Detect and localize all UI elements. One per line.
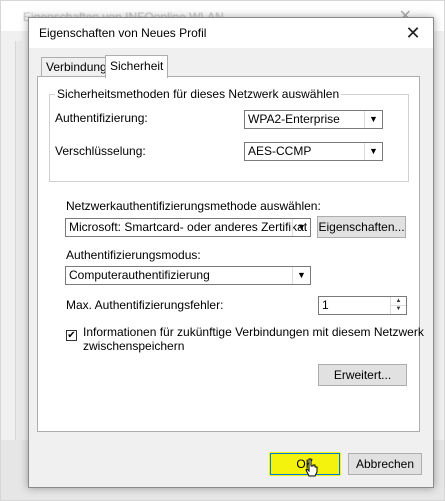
eap-method-value: Microsoft: Smartcard- oder anderes Zerti…	[69, 220, 308, 234]
background-panel-edge	[15, 41, 22, 441]
chevron-down-icon[interactable]: ▼	[364, 111, 382, 128]
dialog-title: Eigenschaften von Neues Profil	[39, 26, 207, 40]
security-methods-group: Sicherheitsmethoden für dieses Netzwerk …	[49, 87, 409, 182]
encryption-label: Verschlüsselung:	[55, 144, 146, 158]
encryption-select-value: AES-CCMP	[248, 144, 312, 158]
cache-info-checkbox[interactable]: ✔	[66, 330, 77, 341]
auth-select-value: WPA2-Enterprise	[248, 112, 340, 126]
max-failures-stepper[interactable]: 1 ▲ ▼	[318, 296, 407, 315]
cancel-button[interactable]: Abbrechen	[348, 453, 422, 475]
max-failures-value: 1	[322, 298, 329, 312]
auth-label: Authentifizierung:	[55, 111, 148, 125]
max-failures-label: Max. Authentifizierungsfehler:	[66, 298, 224, 312]
auth-mode-select[interactable]: Computerauthentifizierung ▼	[65, 266, 311, 285]
chevron-down-icon[interactable]: ▼	[364, 143, 382, 160]
auth-mode-value: Computerauthentifizierung	[69, 268, 210, 282]
eap-method-select[interactable]: Microsoft: Smartcard- oder anderes Zerti…	[65, 218, 311, 237]
profile-properties-dialog: Eigenschaften von Neues Profil ✕ Verbind…	[28, 17, 434, 488]
cache-info-label-line1: Informationen für zukünftige Verbindunge…	[83, 325, 424, 339]
security-tab-panel: Sicherheitsmethoden für dieses Netzwerk …	[37, 76, 424, 432]
cache-info-label-line2: zwischenspeichern	[83, 339, 185, 353]
stepper-buttons: ▲ ▼	[390, 297, 406, 314]
dialog-titlebar: Eigenschaften von Neues Profil ✕	[29, 18, 433, 48]
auth-mode-label: Authentifizierungsmodus:	[66, 248, 201, 262]
auth-select[interactable]: WPA2-Enterprise ▼	[244, 110, 383, 129]
security-methods-legend: Sicherheitsmethoden für dieses Netzwerk …	[55, 87, 342, 101]
tab-verbindung[interactable]: Verbindung	[41, 57, 112, 77]
close-icon[interactable]: ✕	[399, 21, 427, 45]
encryption-select[interactable]: AES-CCMP ▼	[244, 142, 383, 161]
advanced-button[interactable]: Erweitert...	[318, 364, 407, 386]
chevron-down-icon[interactable]: ▼	[292, 219, 310, 236]
eap-properties-button[interactable]: Eigenschaften...	[317, 216, 406, 238]
cursor-hand-icon	[305, 458, 318, 477]
stepper-down-icon[interactable]: ▼	[391, 305, 406, 313]
eap-method-label: Netzwerkauthentifizierungsmethode auswäh…	[66, 199, 321, 213]
tab-sicherheit[interactable]: Sicherheit	[105, 55, 169, 78]
chevron-down-icon[interactable]: ▼	[292, 267, 310, 284]
